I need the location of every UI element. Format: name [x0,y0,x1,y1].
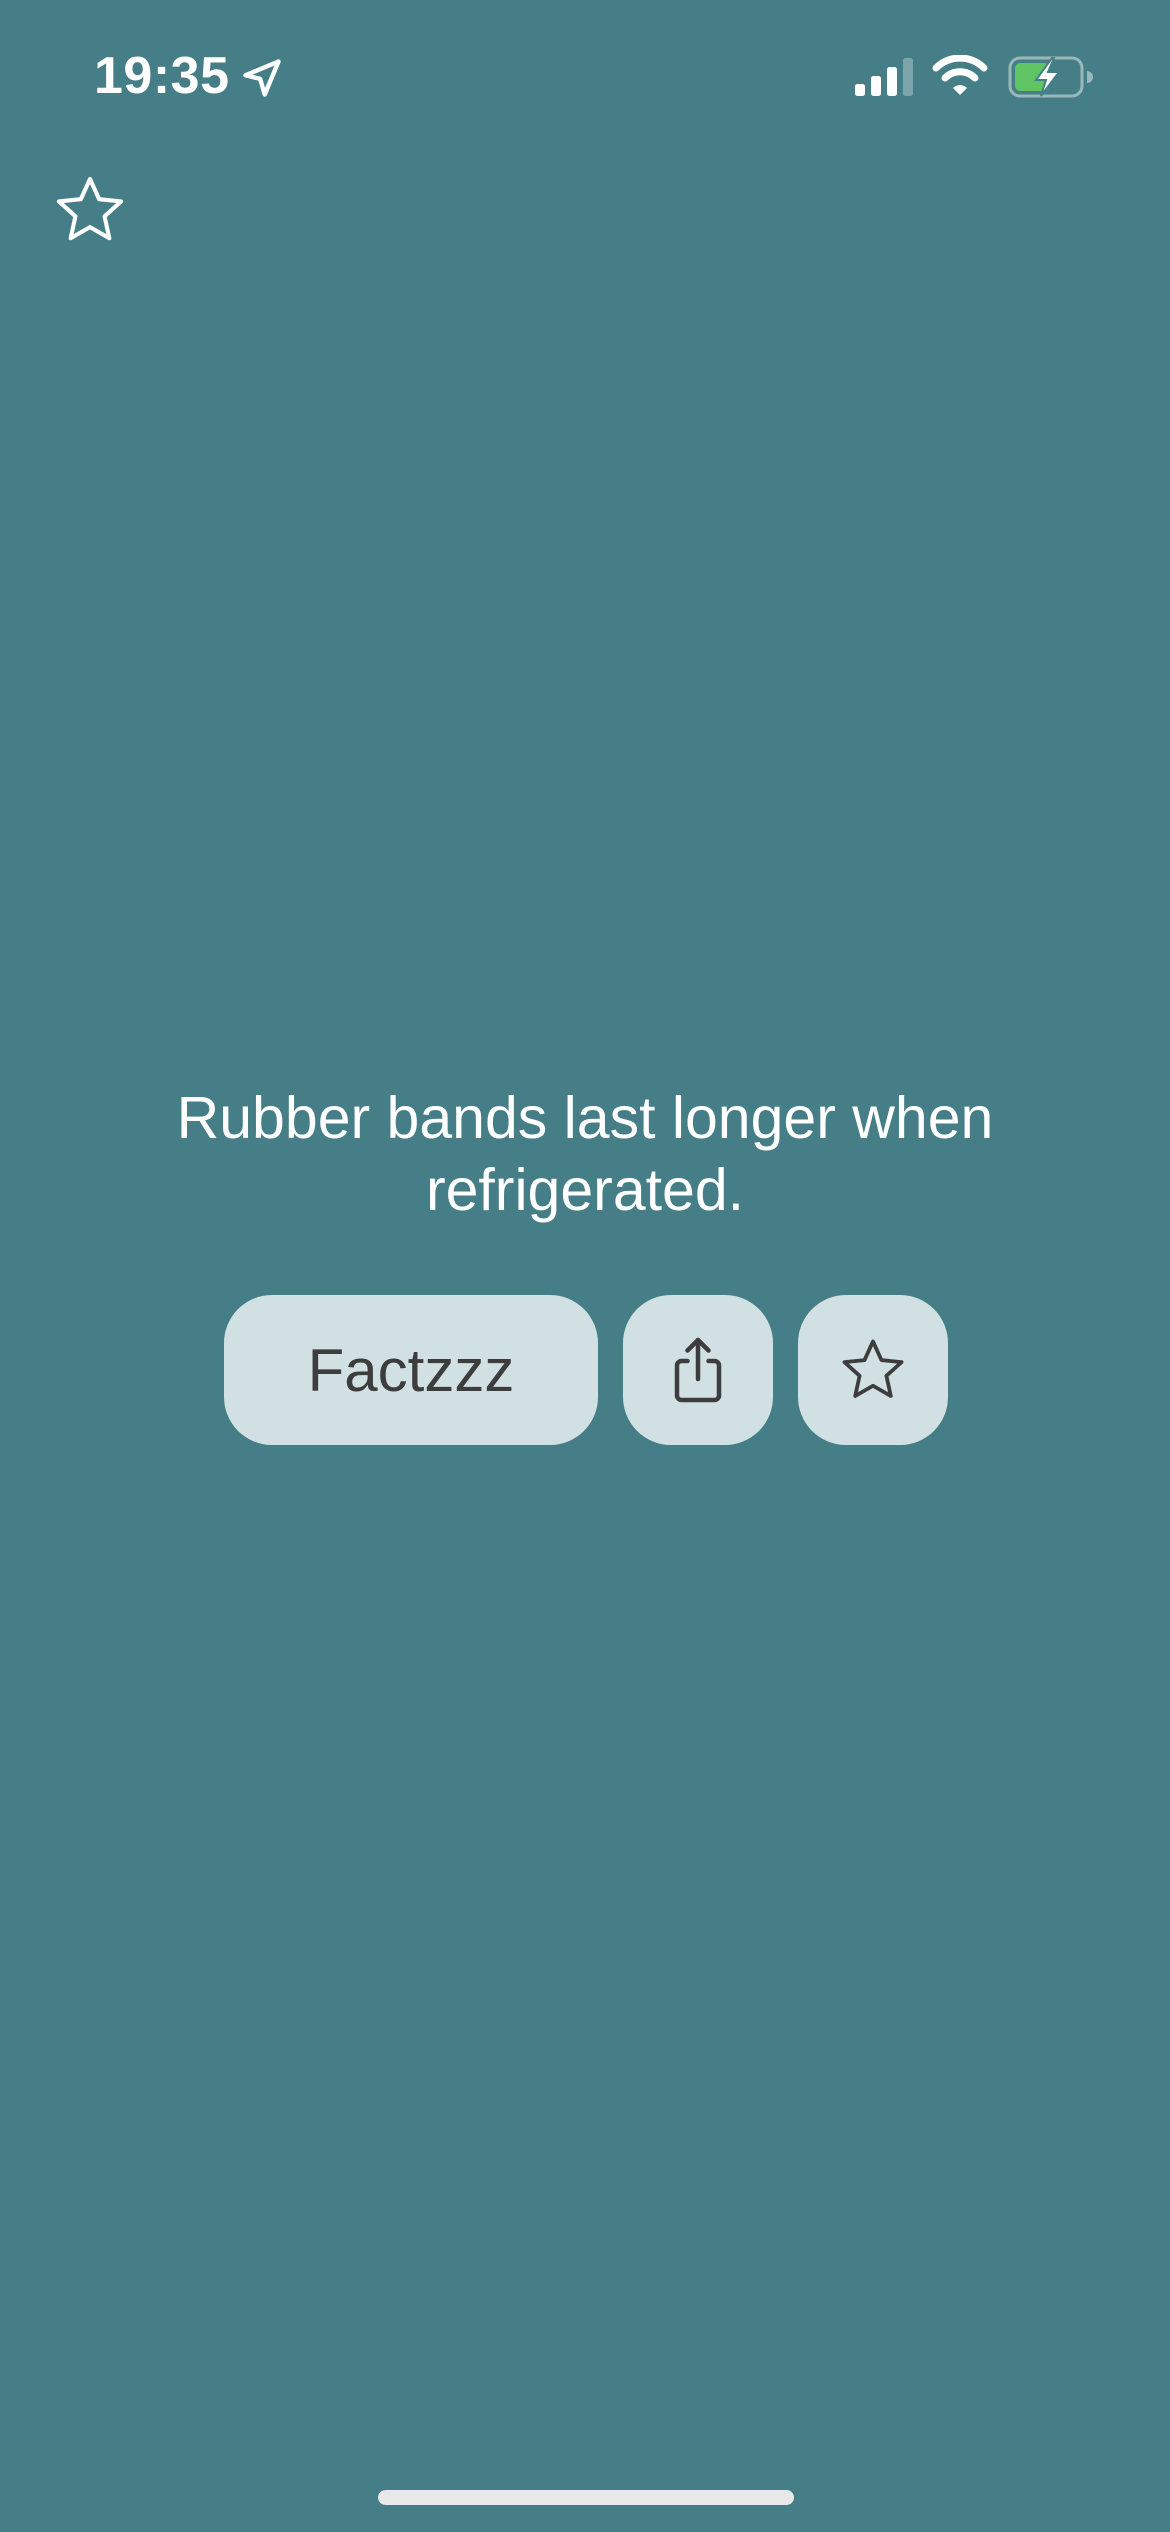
star-outline-icon [842,1339,904,1398]
wifi-icon [932,55,988,95]
share-icon [674,1337,722,1403]
star-outline-icon [56,176,124,241]
fact-text: Rubber bands last longer when refrigerat… [176,1085,994,1223]
favorite-button[interactable] [798,1295,948,1445]
share-button[interactable] [623,1295,773,1445]
status-bar: 19:35 [0,0,1170,150]
favorites-button[interactable] [50,170,130,250]
status-time: 19:35 [94,47,230,105]
next-fact-button[interactable]: Factzzz [224,1295,598,1445]
action-buttons: Factzzz [224,1295,948,1445]
battery-charging-icon [1008,56,1093,98]
next-fact-label: Factzzz [307,1336,515,1404]
location-arrow-icon [243,59,281,97]
home-indicator[interactable] [378,2490,794,2505]
cellular-signal-icon [855,58,913,96]
